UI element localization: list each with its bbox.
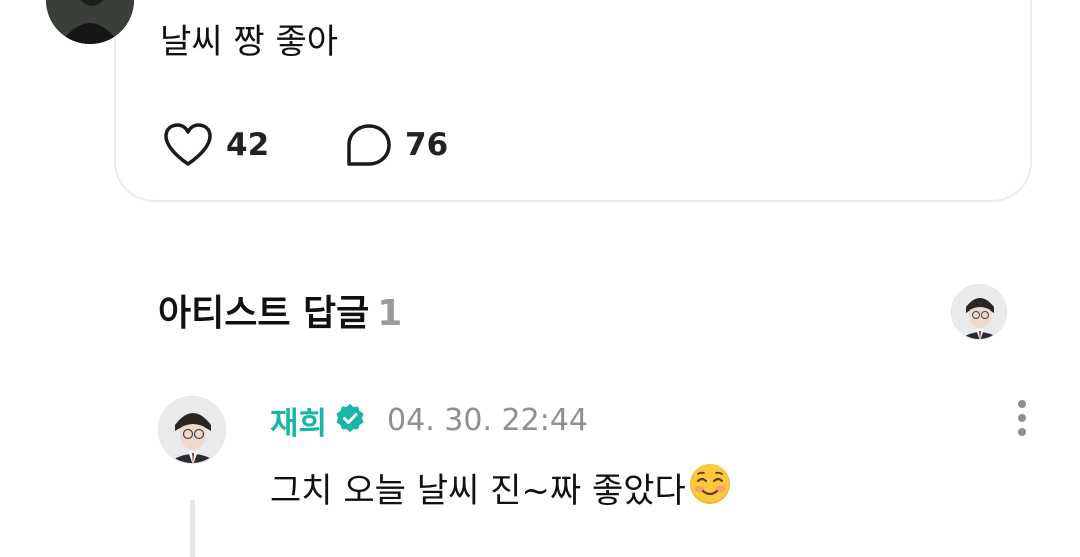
reply-author-avatar[interactable]	[158, 396, 226, 464]
reply-thread-line	[190, 500, 195, 557]
like-count: 42	[226, 127, 270, 163]
artist-replies-count: 1	[377, 293, 403, 334]
like-button[interactable]: 42	[162, 120, 269, 170]
comment-bubble-icon	[345, 122, 393, 168]
artist-replies-heading: 아티스트 답글 1	[158, 292, 402, 336]
reply-meta: 재희 04. 30. 22:44	[270, 398, 588, 442]
screen: 날씨 짱 좋아 42 76 아티스트 답글 1 재희 04. 30. 22:44…	[0, 0, 1080, 557]
heart-icon	[162, 122, 214, 168]
verified-badge-icon	[335, 403, 365, 437]
post-text: 날씨 짱 좋아	[160, 22, 339, 62]
reply-text: 그치 오늘 날씨 진~짜 좋았다	[270, 470, 686, 511]
comment-button[interactable]: 76	[345, 120, 448, 170]
artist-avatar[interactable]	[951, 284, 1007, 340]
smiling-face-with-blush-emoji	[688, 462, 732, 519]
artist-replies-title: 아티스트 답글	[158, 293, 370, 334]
more-vertical-icon	[1008, 400, 1036, 444]
more-options-button[interactable]	[1008, 398, 1036, 440]
reply-timestamp: 04. 30. 22:44	[387, 402, 588, 438]
comment-count: 76	[405, 127, 449, 163]
reply-content: 그치 오늘 날씨 진~짜 좋았다	[270, 462, 732, 519]
reply-author-name[interactable]: 재희	[270, 398, 327, 443]
